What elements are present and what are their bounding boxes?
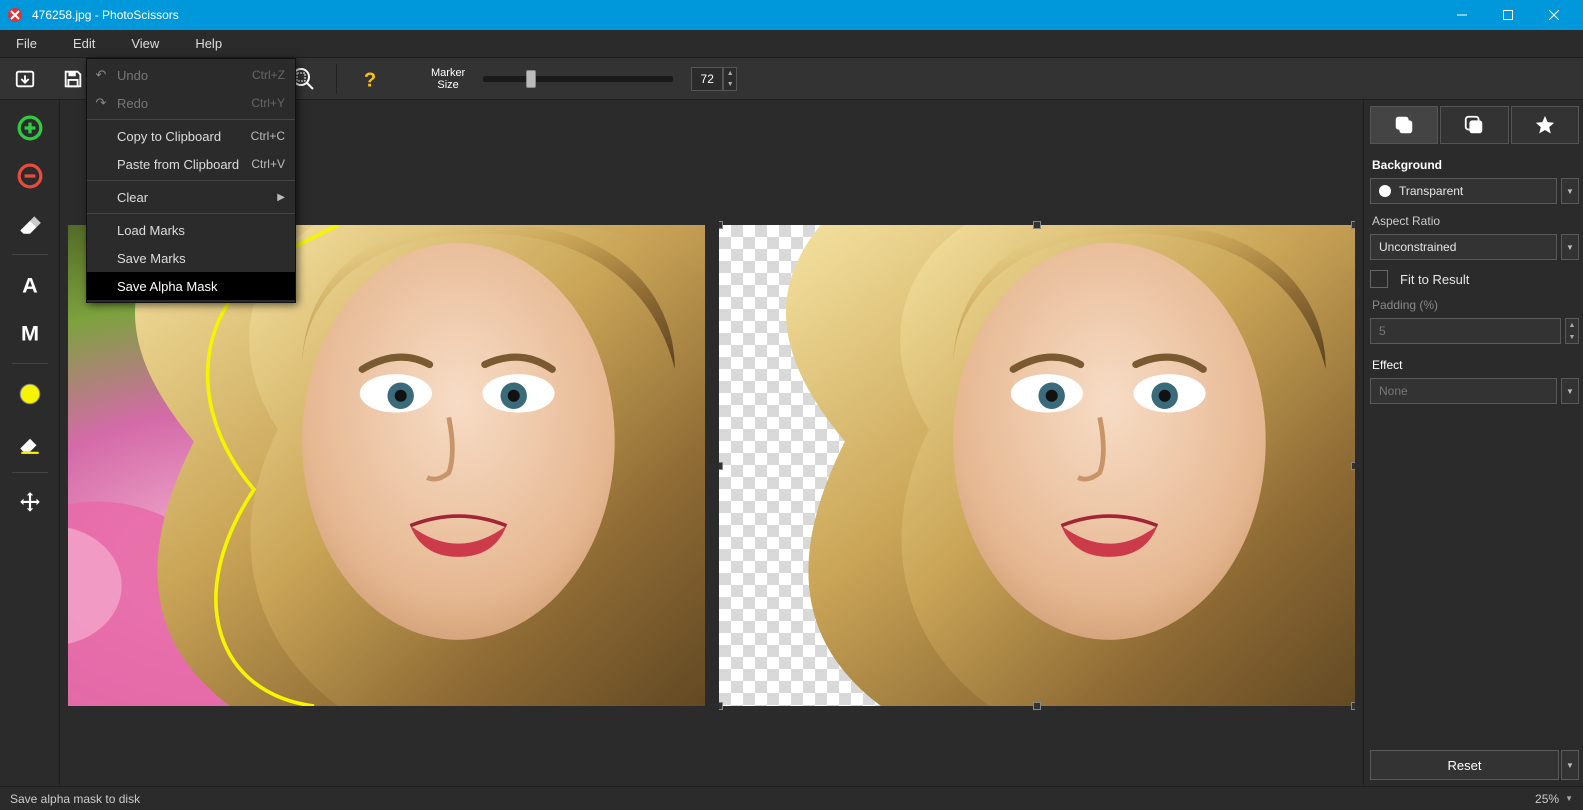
- tab-foreground[interactable]: [1440, 106, 1508, 144]
- tab-favorites[interactable]: [1511, 106, 1579, 144]
- aspect-ratio-select[interactable]: Unconstrained: [1370, 234, 1557, 260]
- effect-select[interactable]: None: [1370, 378, 1557, 404]
- menu-file[interactable]: File: [8, 30, 65, 58]
- marker-size-stepper[interactable]: ▲▼: [723, 67, 737, 91]
- aspect-ratio-label: Aspect Ratio: [1372, 214, 1577, 228]
- reset-button[interactable]: Reset: [1370, 750, 1559, 780]
- menu-separator: [87, 119, 295, 120]
- crop-handle[interactable]: [1351, 462, 1355, 470]
- menu-redo[interactable]: ↷ Redo Ctrl+Y: [87, 89, 295, 117]
- menu-clear[interactable]: Clear ▶: [87, 183, 295, 211]
- menu-paste-clipboard[interactable]: Paste from Clipboard Ctrl+V: [87, 150, 295, 178]
- move-tool[interactable]: [10, 483, 50, 523]
- undo-icon: ↶: [93, 67, 109, 83]
- chevron-right-icon: ▶: [277, 192, 285, 203]
- tool-separator: [12, 363, 48, 364]
- menu-save-alpha-mask[interactable]: Save Alpha Mask: [87, 272, 295, 300]
- zoom-indicator[interactable]: 25% ▼: [1535, 792, 1573, 806]
- menu-help[interactable]: Help: [187, 30, 250, 58]
- menu-save-marks[interactable]: Save Marks: [87, 244, 295, 272]
- slider-thumb[interactable]: [526, 70, 536, 88]
- open-button[interactable]: [10, 64, 40, 94]
- svg-text:M: M: [20, 321, 38, 346]
- crop-handle[interactable]: [719, 462, 723, 470]
- close-button[interactable]: [1531, 0, 1577, 30]
- highlight-tool[interactable]: [10, 374, 50, 414]
- window-title: 476258.jpg - PhotoScissors: [32, 8, 1439, 22]
- left-tool-panel: A M: [0, 100, 60, 786]
- svg-text:?: ?: [364, 69, 376, 90]
- effect-label: Effect: [1372, 358, 1577, 372]
- crop-handle[interactable]: [1351, 702, 1355, 710]
- svg-text:A: A: [22, 273, 38, 298]
- aspect-ratio-dropdown-button[interactable]: ▼: [1561, 234, 1579, 260]
- tab-background[interactable]: [1370, 106, 1438, 144]
- tool-separator: [12, 472, 48, 473]
- foreground-marker-tool[interactable]: [10, 108, 50, 148]
- save-button[interactable]: [58, 64, 88, 94]
- menu-load-marks[interactable]: Load Marks: [87, 216, 295, 244]
- crop-handle[interactable]: [1351, 221, 1355, 229]
- marker-size-input[interactable]: 72: [691, 67, 723, 91]
- redo-icon: ↷: [93, 95, 109, 111]
- menu-separator: [87, 180, 295, 181]
- help-button[interactable]: ?: [355, 64, 385, 94]
- toolbar-separator: [336, 64, 337, 94]
- status-message: Save alpha mask to disk: [10, 792, 140, 806]
- crop-handle[interactable]: [719, 221, 723, 229]
- result-canvas[interactable]: [719, 100, 1356, 786]
- minimize-button[interactable]: [1439, 0, 1485, 30]
- crop-handle[interactable]: [1033, 702, 1041, 710]
- highlight-eraser-tool[interactable]: [10, 422, 50, 462]
- background-marker-tool[interactable]: [10, 156, 50, 196]
- menu-copy-clipboard[interactable]: Copy to Clipboard Ctrl+C: [87, 122, 295, 150]
- menubar: File Edit View Help: [0, 30, 1583, 58]
- padding-label: Padding (%): [1372, 298, 1577, 312]
- menu-view[interactable]: View: [123, 30, 187, 58]
- background-dropdown-button[interactable]: ▼: [1561, 178, 1579, 204]
- fit-to-result-label: Fit to Result: [1400, 272, 1469, 287]
- app-icon: [6, 6, 24, 24]
- zoom-dropdown-icon: ▼: [1565, 794, 1573, 803]
- transparent-icon: [1379, 185, 1391, 197]
- titlebar: 476258.jpg - PhotoScissors: [0, 0, 1583, 30]
- menu-undo[interactable]: ↶ Undo Ctrl+Z: [87, 61, 295, 89]
- statusbar: Save alpha mask to disk 25% ▼: [0, 786, 1583, 810]
- background-label: Background: [1372, 158, 1577, 172]
- menu-separator: [87, 213, 295, 214]
- text-tool[interactable]: A: [10, 265, 50, 305]
- background-select[interactable]: Transparent: [1370, 178, 1557, 204]
- edit-menu-dropdown: ↶ Undo Ctrl+Z ↷ Redo Ctrl+Y Copy to Clip…: [86, 58, 296, 303]
- fit-to-result-checkbox[interactable]: [1370, 270, 1388, 288]
- tool-separator: [12, 254, 48, 255]
- eraser-tool[interactable]: [10, 204, 50, 244]
- marker-size-label: Marker Size: [431, 67, 465, 91]
- maximize-button[interactable]: [1485, 0, 1531, 30]
- right-panel: Background Transparent ▼ Aspect Ratio Un…: [1363, 100, 1583, 786]
- crop-handle[interactable]: [719, 702, 723, 710]
- reset-dropdown-button[interactable]: ▼: [1561, 750, 1579, 780]
- menu-edit[interactable]: Edit: [65, 30, 123, 58]
- mask-tool[interactable]: M: [10, 313, 50, 353]
- padding-stepper[interactable]: ▲▼: [1565, 318, 1579, 344]
- marker-size-slider[interactable]: [483, 76, 673, 82]
- crop-handle[interactable]: [1033, 221, 1041, 229]
- effect-dropdown-button[interactable]: ▼: [1561, 378, 1579, 404]
- padding-input[interactable]: 5: [1370, 318, 1561, 344]
- right-panel-tabs: [1370, 106, 1579, 144]
